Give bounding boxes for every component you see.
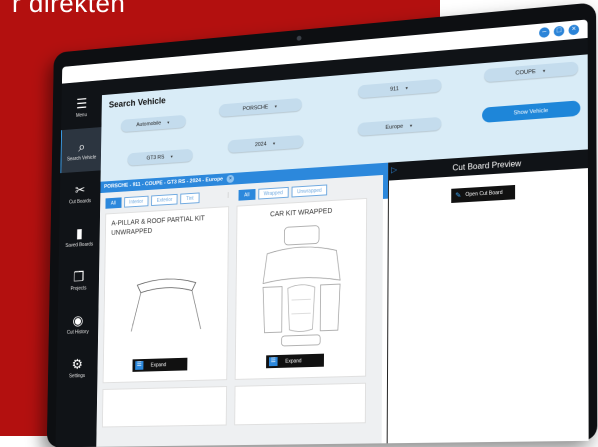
sidebar-item-label: Cut Boards <box>68 197 92 205</box>
kit-card[interactable] <box>234 382 367 426</box>
edit-icon: ✎ <box>455 192 462 200</box>
open-cut-board-label: Open Cut Board <box>465 189 503 199</box>
sidebar-item-label: Saved Boards <box>65 241 94 249</box>
make-value: PORSCHE <box>242 103 269 112</box>
history-icon: ◉ <box>72 311 84 328</box>
window-controls: – □ × <box>539 24 580 39</box>
app-screen: – □ × ☰ Menu ⌕ Search Vehicle ✂ Cut Boar… <box>55 19 589 447</box>
expand-label: Expand <box>285 357 302 365</box>
sidebar-item-projects[interactable]: ❐ Projects <box>58 257 99 302</box>
car-kit-drawing <box>253 220 350 351</box>
model-value: 911 <box>390 85 399 93</box>
maximize-icon[interactable]: □ <box>553 25 565 37</box>
bookmark-icon: ▮ <box>75 224 83 241</box>
webcam <box>296 35 302 41</box>
chevron-down-icon: ▼ <box>404 85 409 91</box>
close-icon[interactable]: × <box>568 24 580 36</box>
filter-all[interactable]: All <box>105 197 122 209</box>
pillar-roof-kit-drawing <box>124 268 209 339</box>
filter-wrap-all[interactable]: All <box>238 188 256 201</box>
show-vehicle-button[interactable]: Show Vehicle <box>482 100 581 123</box>
expand-button[interactable]: ☰ Expand <box>132 357 188 372</box>
expand-button[interactable]: ☰ Expand <box>266 353 324 369</box>
trim-select[interactable]: GT3 RS ▼ <box>127 148 193 166</box>
chevron-down-icon: ▼ <box>273 103 278 109</box>
search-title: Search Vehicle <box>108 95 166 110</box>
chevron-down-icon: ▼ <box>169 153 174 159</box>
chevron-down-icon: ▼ <box>272 140 276 146</box>
filter-wrapped[interactable]: Wrapped <box>257 186 289 200</box>
year-select[interactable]: 2024 ▼ <box>227 134 304 153</box>
sidebar-item-cut-history[interactable]: ◉ Cut History <box>57 301 98 346</box>
sidebar-item-saved-boards[interactable]: ▮ Saved Boards <box>59 214 100 260</box>
projects-icon: ❐ <box>73 268 85 284</box>
sidebar-item-label: Cut History <box>66 328 89 336</box>
kit-card[interactable]: CAR KIT WRAPPED ☰ Expand <box>234 197 368 380</box>
model-select[interactable]: 911 ▼ <box>357 78 442 99</box>
filter-interior[interactable]: Interior <box>123 195 149 208</box>
open-cut-board-button[interactable]: ✎ Open Cut Board <box>451 184 516 204</box>
trim-value: GT3 RS <box>146 154 165 162</box>
kit-card[interactable]: A-PILLAR & ROOF PARTIAL KIT UNWRAPPED ☰ … <box>102 206 230 384</box>
wrap-filter-group: All Wrapped Unwrapped <box>238 184 328 201</box>
preview-title: Cut Board Preview <box>452 158 522 173</box>
filter-unwrapped[interactable]: Unwrapped <box>291 184 328 198</box>
filter-tint[interactable]: Tint <box>180 192 200 205</box>
cut-board-preview-panel: ▷ Cut Board Preview ✎ Open Cut Board <box>386 149 589 444</box>
filter-divider: | <box>227 192 229 199</box>
collapse-panel-icon[interactable]: ▷ <box>391 165 397 174</box>
expand-label: Expand <box>150 361 167 369</box>
filter-exterior[interactable]: Exterior <box>151 193 178 207</box>
results-area: All Interior Exterior Tint | All Wrapped… <box>96 174 384 447</box>
sidebar: ☰ Menu ⌕ Search Vehicle ✂ Cut Boards ▮ S… <box>55 80 103 447</box>
sidebar-item-label: Projects <box>70 285 87 292</box>
cut-board-icon: ✂ <box>74 181 86 198</box>
make-select[interactable]: PORSCHE ▼ <box>218 97 302 118</box>
body-value: COUPE <box>515 68 536 77</box>
area-filter-group: All Interior Exterior Tint <box>105 192 200 209</box>
year-value: 2024 <box>254 141 267 148</box>
sidebar-item-label: Search Vehicle <box>66 154 97 162</box>
kit-card-title: A-PILLAR & ROOF PARTIAL KIT UNWRAPPED <box>111 215 205 237</box>
chevron-down-icon: ▼ <box>542 68 547 74</box>
sidebar-item-search-vehicle[interactable]: ⌕ Search Vehicle <box>59 127 103 174</box>
sidebar-item-menu[interactable]: ☰ Menu <box>61 84 102 130</box>
minimize-icon[interactable]: – <box>539 26 550 39</box>
sidebar-item-cut-boards[interactable]: ✂ Cut Boards <box>60 170 101 216</box>
clear-selection-icon[interactable]: × <box>226 174 235 184</box>
sidebar-item-label: Menu <box>75 111 87 119</box>
search-icon: ⌕ <box>78 138 86 154</box>
body-select[interactable]: COUPE ▼ <box>484 61 579 83</box>
gear-icon: ⚙ <box>71 355 83 372</box>
category-value: Automobile <box>136 120 162 128</box>
laptop-frame: – □ × ☰ Menu ⌕ Search Vehicle ✂ Cut Boar… <box>46 2 598 447</box>
chevron-down-icon: ▼ <box>409 122 414 129</box>
list-icon: ☰ <box>135 360 144 370</box>
menu-icon: ☰ <box>76 94 88 111</box>
sidebar-item-label: Settings <box>68 372 86 379</box>
category-select[interactable]: Automobile ▼ <box>120 114 186 133</box>
chevron-down-icon: ▼ <box>166 119 171 125</box>
region-select[interactable]: Europe ▼ <box>357 116 442 136</box>
kit-card[interactable] <box>101 386 228 428</box>
region-value: Europe <box>385 123 404 131</box>
sidebar-item-settings[interactable]: ⚙ Settings <box>57 345 98 390</box>
list-icon: ☰ <box>268 357 278 367</box>
headline-text: r direkten <box>12 0 126 18</box>
